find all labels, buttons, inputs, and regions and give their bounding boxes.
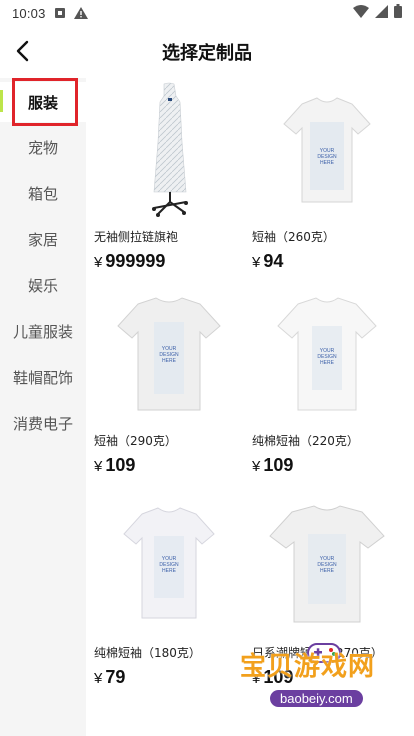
currency-symbol: ¥ (252, 458, 261, 475)
sidebar-item-label: 消费电子 (12, 414, 73, 433)
design-print-line: HERE (320, 360, 335, 366)
sidebar-item-electronics[interactable]: 消费电子 (0, 403, 86, 443)
battery-icon (394, 4, 402, 22)
sidebar-item-home[interactable]: 家居 (0, 219, 86, 259)
watermark: 宝贝游戏网 baobeiy.com (226, 640, 414, 736)
product-name: 短袖（260克） (252, 230, 335, 244)
price-value: 94 (263, 251, 284, 271)
product-image: YOUR DESIGN HERE (94, 286, 244, 426)
product-image: YOUR DESIGN HERE (252, 82, 402, 222)
product-name: 纯棉短袖（180克） (94, 646, 201, 660)
product-price: ¥999999 (94, 251, 244, 272)
sidebar-item-pets[interactable]: 宠物 (0, 127, 86, 167)
product-card[interactable]: YOUR DESIGN HERE 短袖（290克） ¥109 (94, 286, 244, 476)
product-price: ¥94 (252, 251, 402, 272)
sidebar-item-label: 鞋帽配饰 (12, 368, 73, 387)
tshirt-image: YOUR DESIGN HERE (123, 507, 215, 619)
price-value: 999999 (105, 251, 166, 271)
sidebar-item-kids-clothing[interactable]: 儿童服装 (0, 311, 86, 351)
product-card[interactable]: YOUR DESIGN HERE 纯棉短袖（180克） ¥79 (94, 498, 244, 688)
product-card[interactable]: 无袖侧拉链旗袍 ¥999999 (94, 82, 244, 272)
currency-symbol: ¥ (94, 458, 103, 475)
watermark-text: 宝贝游戏网 (240, 652, 376, 682)
sidebar-item-label: 娱乐 (27, 276, 58, 295)
sidebar-item-shoes-accessories[interactable]: 鞋帽配饰 (0, 357, 86, 397)
product-image: YOUR DESIGN HERE (252, 498, 402, 638)
product-card[interactable]: YOUR DESIGN HERE 纯棉短袖（220克） ¥109 (252, 286, 402, 476)
wifi-icon (353, 4, 369, 22)
category-sidebar: 服装 宠物 箱包 家居 娱乐 儿童服装 鞋帽配饰 消费电子 (0, 78, 86, 736)
tshirt-image: YOUR DESIGN HERE (269, 505, 385, 623)
header: 选择定制品 (0, 26, 414, 78)
status-time: 10:03 (12, 5, 46, 21)
warning-icon (73, 7, 88, 19)
currency-symbol: ¥ (252, 254, 261, 271)
product-image: YOUR DESIGN HERE (94, 498, 244, 638)
product-price: ¥109 (252, 455, 402, 476)
product-price: ¥109 (94, 455, 244, 476)
active-indicator (0, 90, 3, 112)
design-print-line: HERE (162, 358, 177, 364)
product-name: 无袖侧拉链旗袍 (94, 230, 179, 244)
design-print-line: HERE (162, 568, 177, 574)
design-print-line: HERE (320, 568, 335, 574)
status-bar: 10:03 (0, 0, 414, 26)
product-grid: 无袖侧拉链旗袍 ¥999999 YOUR DESIGN HERE 短袖（260克… (86, 78, 414, 736)
watermark-url: baobeiy.com (270, 690, 363, 707)
sidebar-item-label: 宠物 (27, 138, 58, 157)
tshirt-image: YOUR DESIGN HERE (117, 297, 221, 411)
currency-symbol: ¥ (94, 670, 103, 687)
price-value: 79 (105, 667, 126, 687)
price-value: 109 (263, 455, 294, 475)
currency-symbol: ¥ (94, 254, 103, 271)
product-price: ¥79 (94, 667, 244, 688)
product-image: YOUR DESIGN HERE (252, 286, 402, 426)
tshirt-image: YOUR DESIGN HERE (283, 97, 371, 203)
design-print-line: HERE (320, 160, 335, 166)
price-value: 109 (105, 455, 136, 475)
product-card[interactable]: YOUR DESIGN HERE 短袖（260克） ¥94 (252, 82, 402, 272)
sidebar-item-label: 儿童服装 (12, 322, 73, 341)
dress-image (152, 82, 188, 217)
sidebar-item-bags[interactable]: 箱包 (0, 173, 86, 213)
sidebar-item-entertainment[interactable]: 娱乐 (0, 265, 86, 305)
page-title: 选择定制品 (162, 43, 252, 64)
chevron-left-icon (16, 40, 29, 62)
product-name: 短袖（290克） (94, 434, 177, 448)
product-image (94, 82, 244, 222)
sidebar-item-label: 箱包 (27, 184, 58, 203)
signal-icon (375, 4, 388, 22)
highlight-annotation (12, 78, 78, 126)
back-button[interactable] (10, 36, 34, 66)
tshirt-image: YOUR DESIGN HERE (277, 297, 377, 411)
notification-icon (54, 7, 66, 19)
sidebar-item-label: 家居 (27, 230, 58, 249)
product-name: 纯棉短袖（220克） (252, 434, 359, 448)
